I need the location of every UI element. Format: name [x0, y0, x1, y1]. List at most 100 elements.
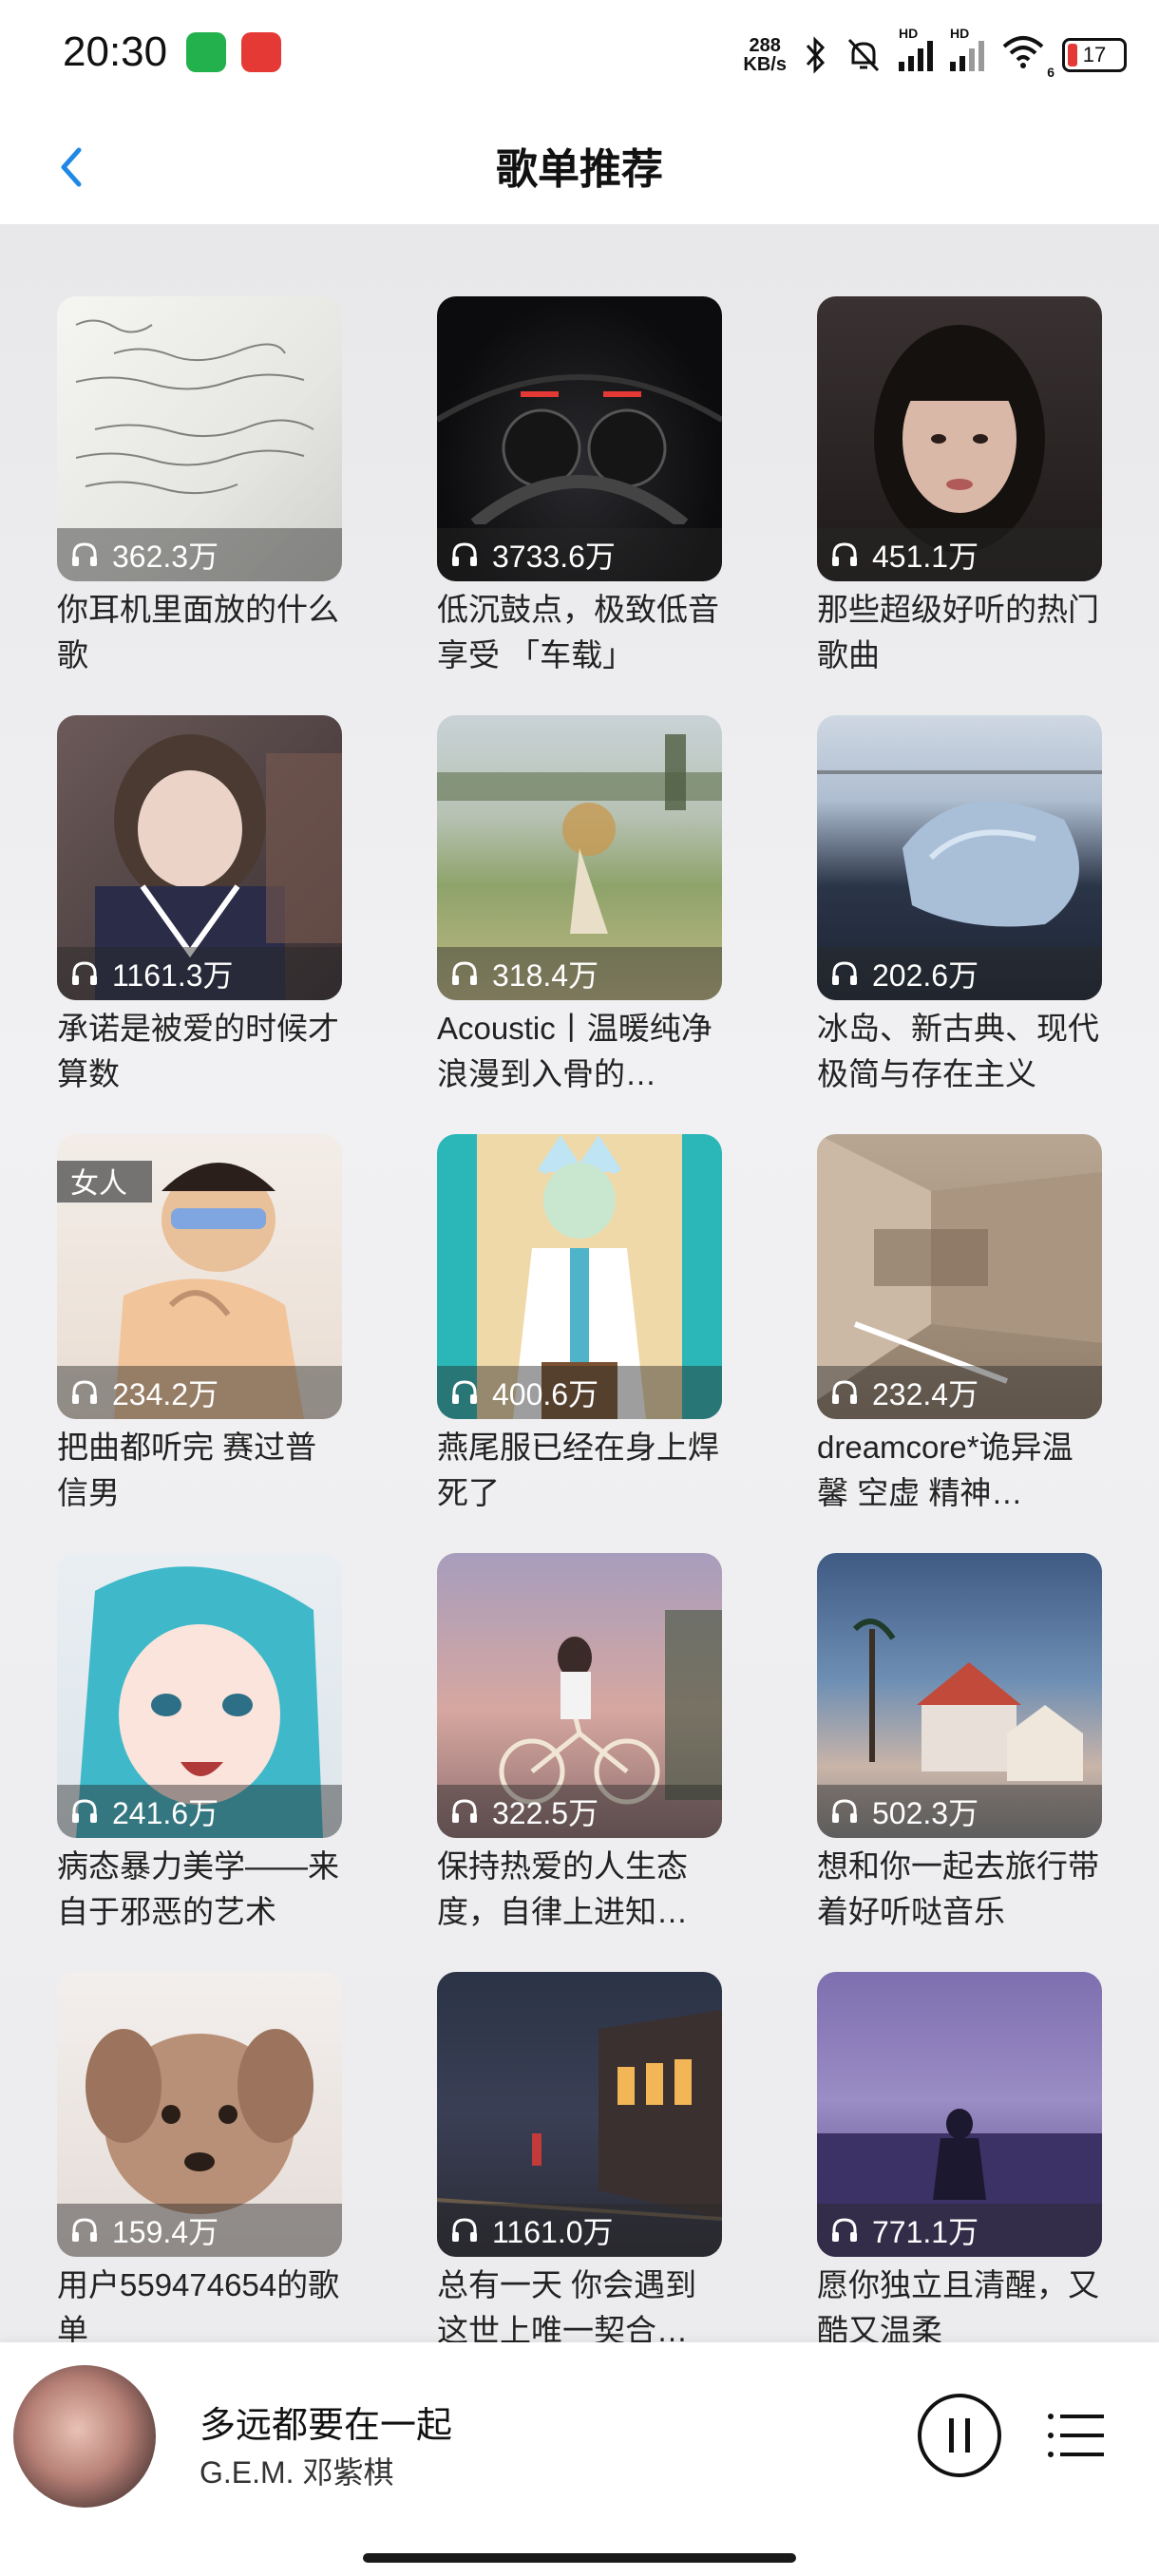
- signal-2-label: HD: [950, 26, 970, 41]
- headphone-icon: [832, 1799, 857, 1823]
- playlist-title[interactable]: dreamcore*诡异温馨 空虚 精神…: [817, 1425, 1102, 1516]
- playlist-cover[interactable]: 400.6万: [437, 1134, 722, 1419]
- play-count-value: 241.6万: [112, 1796, 219, 1830]
- playlist-cover[interactable]: 232.4万: [817, 1134, 1102, 1419]
- home-indicator[interactable]: [363, 2553, 796, 2563]
- playlist-title[interactable]: 燕尾服已经在身上焊死了: [437, 1425, 722, 1516]
- playlist-title[interactable]: Acoustic丨温暖纯净 浪漫到入骨的…: [437, 1006, 722, 1097]
- playlist-content[interactable]: 362.3万 你耳机里面放的什么歌 3733.6万 低沉鼓点，极致低音享受 「车…: [0, 224, 1159, 2342]
- wifi-sub: 6: [1047, 64, 1054, 80]
- playlist-card[interactable]: 318.4万 Acoustic丨温暖纯净 浪漫到入骨的…: [437, 715, 722, 1134]
- playlist-cover[interactable]: 771.1万: [817, 1972, 1102, 2257]
- headphone-icon: [832, 1380, 857, 1404]
- playlist-title[interactable]: 总有一天 你会遇到这世上唯一契合…: [437, 2263, 722, 2342]
- signal-2: HD: [950, 26, 984, 71]
- play-count-value: 322.5万: [492, 1796, 599, 1830]
- play-count-value: 232.4万: [872, 1377, 979, 1411]
- playlist-title[interactable]: 想和你一起去旅行带着好听哒音乐: [817, 1844, 1102, 1935]
- play-count-value: 1161.0万: [492, 2215, 614, 2249]
- headphone-icon: [832, 961, 857, 985]
- playlist-cover[interactable]: 502.3万: [817, 1553, 1102, 1838]
- play-count-value: 1161.3万: [112, 958, 234, 993]
- headphone-icon: [72, 961, 97, 985]
- playlist-cover[interactable]: 1161.0万: [437, 1972, 722, 2257]
- play-count: 159.4万: [57, 2204, 342, 2257]
- playlist-card[interactable]: 232.4万 dreamcore*诡异温馨 空虚 精神…: [817, 1134, 1102, 1553]
- play-count: 234.2万: [57, 1366, 342, 1419]
- playlist-card[interactable]: 3733.6万 低沉鼓点，极致低音享受 「车载」: [437, 296, 722, 715]
- playlist-card[interactable]: 202.6万 冰岛、新古典、现代极简与存在主义: [817, 715, 1102, 1134]
- playlist-cover[interactable]: 362.3万: [57, 296, 342, 581]
- header: 歌单推荐: [0, 112, 1159, 224]
- play-count-value: 362.3万: [112, 540, 219, 574]
- playlist-cover[interactable]: 女人 234.2万: [57, 1134, 342, 1419]
- song-artist[interactable]: G.E.M. 邓紫棋: [200, 2449, 393, 2492]
- playlist-cover[interactable]: 3733.6万: [437, 296, 722, 581]
- playlist-card[interactable]: 241.6万 病态暴力美学——来自于邪恶的艺术: [57, 1553, 342, 1972]
- playlist-card[interactable]: 400.6万 燕尾服已经在身上焊死了: [437, 1134, 722, 1553]
- playlist-cover[interactable]: 451.1万: [817, 296, 1102, 581]
- headphone-icon: [72, 1799, 97, 1823]
- status-indicators: 288 KB/s HD HD 6 17: [743, 26, 1127, 84]
- play-count: 322.5万: [437, 1785, 722, 1838]
- mini-player[interactable]: 多远都要在一起 G.E.M. 邓紫棋: [0, 2342, 1159, 2576]
- play-count-value: 3733.6万: [492, 540, 616, 574]
- play-count-value: 771.1万: [872, 2215, 979, 2249]
- playlist-card[interactable]: 771.1万 愿你独立且清醒，又酷又温柔: [817, 1972, 1102, 2342]
- playlist-card[interactable]: 1161.3万 承诺是被爱的时候才算数: [57, 715, 342, 1134]
- pause-icon: [949, 2418, 970, 2453]
- album-art[interactable]: [13, 2365, 156, 2508]
- shield-app-icon: [186, 32, 226, 72]
- playlist-title[interactable]: 用户559474654的歌单: [57, 2263, 342, 2342]
- play-count: 318.4万: [437, 947, 722, 1000]
- play-count: 502.3万: [817, 1785, 1102, 1838]
- signal-1-label: HD: [899, 26, 919, 41]
- play-count: 362.3万: [57, 528, 342, 581]
- playlist-card[interactable]: 322.5万 保持热爱的人生态度，自律上进知…: [437, 1553, 722, 1972]
- bluetooth-icon: [806, 36, 826, 74]
- playlist-cover[interactable]: 318.4万: [437, 715, 722, 1000]
- play-count: 1161.0万: [437, 2204, 722, 2257]
- wifi: 6: [1001, 35, 1054, 80]
- mute-bell-icon: [847, 38, 880, 72]
- playlist-button[interactable]: [1043, 2403, 1108, 2468]
- signal-bars-icon: [950, 39, 984, 71]
- playlist-cover[interactable]: 322.5万: [437, 1553, 722, 1838]
- playlist-card[interactable]: 502.3万 想和你一起去旅行带着好听哒音乐: [817, 1553, 1102, 1972]
- play-count: 1161.3万: [57, 947, 342, 1000]
- playlist-title[interactable]: 承诺是被爱的时候才算数: [57, 1006, 342, 1097]
- headphone-icon: [452, 961, 477, 985]
- headphone-icon: [832, 542, 857, 566]
- headphone-icon: [452, 542, 477, 566]
- playlist-cover[interactable]: 241.6万: [57, 1553, 342, 1838]
- playlist-title[interactable]: 你耳机里面放的什么歌: [57, 587, 342, 678]
- car-dashboard-art: [437, 374, 722, 524]
- headphone-icon: [452, 2218, 477, 2242]
- playlist-title[interactable]: 病态暴力美学——来自于邪恶的艺术: [57, 1844, 342, 1935]
- playlist-card[interactable]: 1161.0万 总有一天 你会遇到这世上唯一契合…: [437, 1972, 722, 2342]
- playlist-card[interactable]: 159.4万 用户559474654的歌单: [57, 1972, 342, 2342]
- handwriting-art: [75, 319, 314, 495]
- wifi-icon: [1002, 35, 1044, 68]
- song-title[interactable]: 多远都要在一起: [200, 2396, 452, 2448]
- battery-level: 17: [1082, 43, 1107, 66]
- playlist-cover[interactable]: 1161.3万: [57, 715, 342, 1000]
- playlist-icon: [1048, 2414, 1104, 2457]
- play-count: 241.6万: [57, 1785, 342, 1838]
- play-count: 451.1万: [817, 528, 1102, 581]
- playlist-title[interactable]: 低沉鼓点，极致低音享受 「车载」: [437, 587, 722, 678]
- headphone-icon: [72, 2218, 97, 2242]
- cover-art-text: 女人: [70, 1167, 127, 1201]
- playlist-card[interactable]: 女人 234.2万 把曲都听完 赛过普信男: [57, 1134, 342, 1553]
- playlist-card[interactable]: 362.3万 你耳机里面放的什么歌: [57, 296, 342, 715]
- playlist-title[interactable]: 把曲都听完 赛过普信男: [57, 1425, 342, 1516]
- playlist-card[interactable]: 451.1万 那些超级好听的热门歌曲: [817, 296, 1102, 715]
- play-count-value: 400.6万: [492, 1377, 599, 1411]
- playlist-title[interactable]: 那些超级好听的热门歌曲: [817, 587, 1102, 678]
- playlist-title[interactable]: 冰岛、新古典、现代极简与存在主义: [817, 1006, 1102, 1097]
- playlist-title[interactable]: 愿你独立且清醒，又酷又温柔: [817, 2263, 1102, 2342]
- playlist-cover[interactable]: 159.4万: [57, 1972, 342, 2257]
- playlist-title[interactable]: 保持热爱的人生态度，自律上进知…: [437, 1844, 722, 1935]
- pause-button[interactable]: [918, 2394, 1001, 2477]
- playlist-cover[interactable]: 202.6万: [817, 715, 1102, 1000]
